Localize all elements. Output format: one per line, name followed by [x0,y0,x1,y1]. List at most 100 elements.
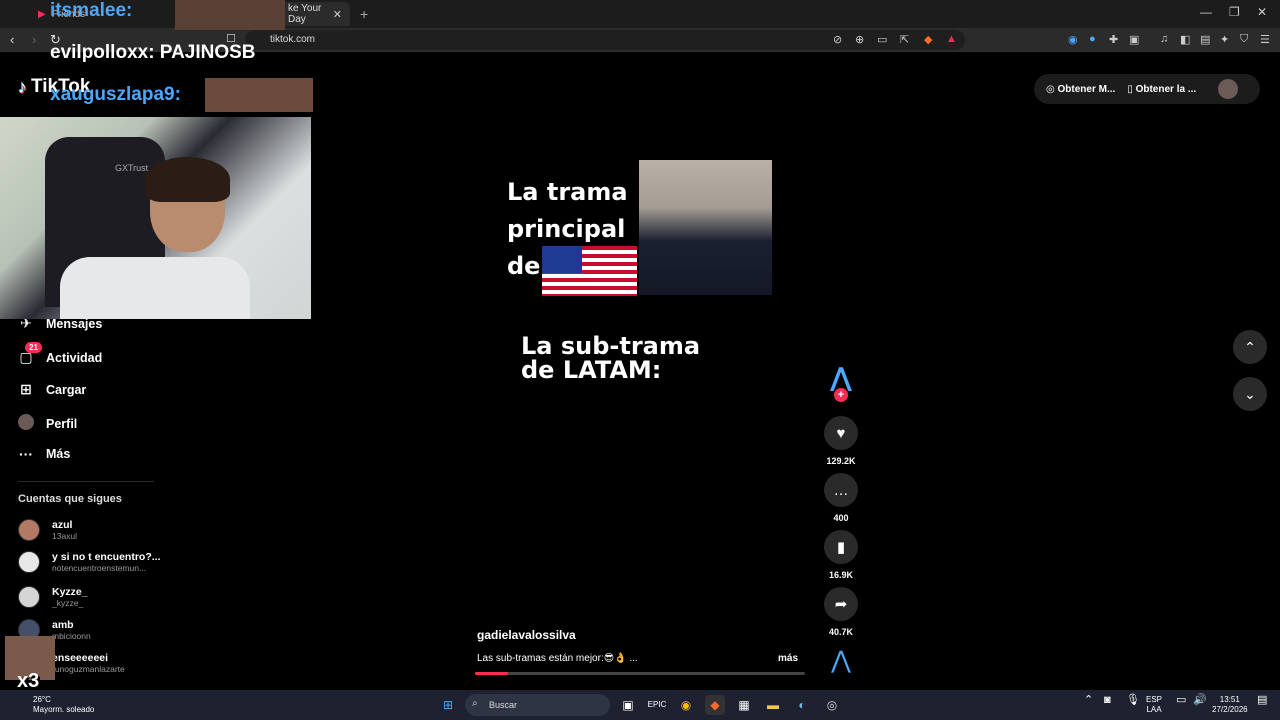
account-name: Kyzze_ [52,586,88,598]
avatar [18,519,40,541]
notification-icon[interactable]: ▤ [1257,695,1267,706]
tab-active[interactable]: ke Your Day ✕ [280,2,350,26]
search-icon: ⌕ [472,698,478,709]
tray-overflow-icon[interactable]: ⌃ [1084,695,1093,706]
plus-square-icon: ⊞ [20,381,32,397]
streamer-hair [145,157,230,202]
back-icon[interactable]: ‹ [10,32,14,47]
brave-shield-icon[interactable]: ◆ [924,33,932,46]
comment-count: 400 [833,513,849,523]
shield-icon[interactable]: ⛉ [1240,33,1248,46]
zoom-icon[interactable]: ⊕ [855,33,864,46]
chat-message-3: xauguszlapa9: [50,84,181,106]
get-app-label: Obtener la ... [1135,83,1197,95]
tab-close-icon[interactable]: ✕ [333,8,342,21]
sidebar-item-profile[interactable]: Perfil [18,414,77,433]
save-button[interactable]: ▮ 16.9K [823,530,859,580]
url-text: tiktok.com [270,34,316,45]
chrome-icon[interactable]: ◉ [676,695,696,715]
comment-button[interactable]: … 400 [823,473,859,523]
task-view-icon[interactable]: ▣ [618,695,638,715]
music-icon[interactable]: ♫ [1160,33,1168,45]
cast-icon[interactable]: ▭ [877,33,887,46]
get-app-button[interactable]: ▯ Obtener la ... [1127,84,1196,95]
microphone-icon[interactable]: 🎙 [1126,695,1140,706]
sidebar-item-label: Más [46,447,71,461]
video-author[interactable]: gadielavalossilva [477,628,576,642]
video-text-line1: La trama [507,178,628,206]
account-name: enseeeeeei [52,652,109,664]
chat-text: evilpolloxx: PAJINOSB [50,42,256,63]
store-icon[interactable]: ▦ [734,695,754,715]
language-indicator[interactable]: ESP LAA [1146,695,1162,715]
brave-rewards-icon[interactable]: ▲ [946,33,957,45]
sidebar-item-upload[interactable]: ⊞ Cargar [18,381,86,398]
share-button[interactable]: ➦ 40.7K [823,587,859,637]
new-tab-button[interactable]: + [360,6,368,22]
bookmark-icon: ▮ [824,530,858,564]
account-name: amb [52,619,74,631]
no-tracking-icon[interactable]: ⊘ [833,33,842,46]
music-disc-icon[interactable]: ⋀ [826,646,856,676]
audio-icon[interactable]: ◉ [1068,33,1078,46]
chat-message-1: itsmalee: [50,0,132,22]
video-text-line3: de [507,252,541,280]
screenshot-icon[interactable]: ▣ [1129,33,1139,46]
sidebar-divider [18,481,154,482]
next-video-button[interactable]: ⌄ [1233,377,1267,411]
get-coins-button[interactable]: ◎ Obtener M... [1046,84,1115,95]
like-button[interactable]: ♥ 129.2K [823,416,859,466]
sidebar-item-more[interactable]: ··· Más [18,446,70,462]
video-description: Las sub-tramas están mejor:😎👌 ... [477,653,638,664]
previous-video-button[interactable]: ⌃ [1233,330,1267,364]
tiktok-note-icon: ♪ [18,76,27,97]
taskbar-search[interactable]: Buscar [465,694,610,716]
following-account[interactable]: y si no t encuentro?... notencuentroenste… [18,551,161,573]
follow-plus-button[interactable]: + [834,388,848,402]
clock[interactable]: 13:51 27/2/2026 [1212,695,1248,715]
forward-icon[interactable]: › [32,32,36,47]
share-icon[interactable]: ⇱ [900,33,909,46]
sidebar-icon[interactable]: ◧ [1180,33,1190,46]
video-player[interactable]: La trama principal de La sub-trama de LA… [475,52,805,690]
like-count: 129.2K [826,456,856,466]
sidebar-item-label: Perfil [46,416,78,431]
maximize-button[interactable]: ❐ [1229,5,1240,19]
discord-icon[interactable]: ◙ [1104,695,1111,706]
brave-icon[interactable]: ◆ [705,695,725,715]
network-icon[interactable]: ▭ [1176,695,1186,706]
chat-avatar-image [205,78,313,112]
epic-games-icon[interactable]: EPIC [647,695,667,715]
minimize-button[interactable]: — [1200,5,1212,19]
flag-canton [542,246,582,273]
vpn-icon[interactable]: ● [1089,33,1096,45]
wallet-icon[interactable]: ▤ [1200,33,1210,46]
share-count: 40.7K [828,627,854,637]
steam-icon[interactable]: ◐ [792,695,812,715]
start-icon[interactable]: ⊞ [438,695,458,715]
temperature: 26°C [33,695,51,704]
share-arrow-icon: ➦ [824,587,858,621]
account-handle: _kyzze_ [52,598,84,608]
sidebar-item-activity[interactable]: ▢ 21 Actividad [18,342,102,366]
account-name: y si no t encuentro?... [52,551,161,563]
clock-time: 13:51 [1219,695,1240,704]
close-window-button[interactable]: ✕ [1257,5,1267,19]
sidebar-item-label: Cargar [46,382,87,397]
volume-tray-icon[interactable]: 🔊 [1193,695,1207,706]
extensions-icon[interactable]: ✚ [1109,33,1118,46]
video-progress-bar[interactable] [475,672,805,675]
obs-icon[interactable]: ◎ [822,695,842,715]
profile-avatar[interactable] [1218,79,1239,99]
leo-ai-icon[interactable]: ✦ [1220,33,1229,46]
heart-icon: ♥ [824,416,858,450]
chat-username: xauguszlapa9: [50,84,181,105]
more-link[interactable]: más [778,653,798,664]
video-subtext-line2: de LATAM: [521,356,662,384]
following-account[interactable]: azul 13axul [18,519,77,541]
tab-title: ke Your Day [288,3,322,25]
following-account[interactable]: Kyzze_ _kyzze_ [18,586,88,608]
folder-icon[interactable]: ▬ [763,695,783,715]
weather-widget[interactable]: 26°C Mayorm. soleado [33,695,94,715]
menu-icon[interactable]: ☰ [1260,33,1270,46]
